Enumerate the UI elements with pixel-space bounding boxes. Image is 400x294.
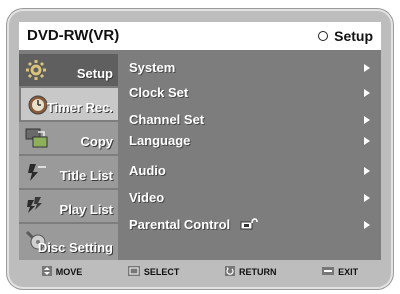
sidebar-item-label: Title List: [59, 168, 113, 183]
menu-item-label: Clock Set: [129, 85, 189, 100]
parental-control-label: Parental Control: [129, 217, 231, 232]
menu-item-label: Language: [129, 133, 191, 148]
menu-item-label: Audio: [129, 163, 166, 178]
menu-item-channel-set[interactable]: Channel Set: [129, 109, 374, 131]
menu-item-audio[interactable]: Audio: [129, 160, 374, 182]
footer-exit-label: EXIT: [338, 267, 359, 277]
sidebar-item-label: Disc Setting: [37, 240, 113, 255]
mode-indicator: Setup: [318, 28, 373, 44]
mode-label: Setup: [334, 28, 373, 44]
menu-item-label: System: [129, 60, 176, 75]
menu-item-label: Video: [129, 190, 165, 205]
arrow-right-icon: [364, 194, 370, 202]
menu-item-language[interactable]: Language: [129, 130, 374, 152]
arrow-right-icon: [364, 116, 370, 124]
sidebar-item-title-list[interactable]: Title List: [19, 156, 118, 188]
gear-icon: [24, 58, 50, 82]
menu-item-label: Parental Control: [129, 217, 258, 233]
sidebar-item-timer-rec[interactable]: Timer Rec.: [21, 88, 118, 120]
sidebar-item-setup[interactable]: Setup: [19, 54, 118, 86]
footer-guide: MOVE SELECT RETURN EXIT: [19, 260, 381, 284]
footer-return: RETURN: [225, 266, 277, 278]
arrow-right-icon: [364, 167, 370, 175]
return-icon: [225, 266, 236, 278]
sidebar-item-label: Setup: [76, 66, 113, 81]
footer-select-label: SELECT: [143, 267, 180, 277]
footer-move-label: MOVE: [55, 267, 83, 277]
sidebar-item-label: Play List: [59, 202, 113, 217]
footer-move: MOVE: [41, 266, 83, 278]
arrow-right-icon: [364, 221, 370, 229]
copy-icon: [24, 126, 50, 150]
sidebar-item-copy[interactable]: Copy: [19, 122, 118, 154]
setup-screen: DVD-RW(VR) Setup Setup Timer Rec. Copy T…: [19, 22, 381, 260]
title-list-icon: [24, 160, 50, 184]
sidebar-item-disc-setting[interactable]: Disc Setting: [19, 224, 118, 260]
footer-return-label: RETURN: [239, 267, 277, 277]
arrow-right-icon: [364, 137, 370, 145]
sidebar: Setup Timer Rec. Copy Title List Play Li…: [19, 54, 119, 260]
menu-item-video[interactable]: Video: [129, 187, 374, 209]
sidebar-item-label: Timer Rec.: [46, 100, 113, 115]
disc-type-title: DVD-RW(VR): [27, 27, 120, 44]
footer-exit: EXIT: [322, 267, 358, 277]
menu-item-clock-set[interactable]: Clock Set: [129, 82, 374, 104]
footer-select: SELECT: [127, 266, 180, 278]
arrow-right-icon: [364, 64, 370, 72]
play-list-icon: [24, 194, 50, 218]
sidebar-item-label: Copy: [80, 134, 114, 149]
enter-icon: [127, 266, 140, 278]
arrow-right-icon: [364, 89, 370, 97]
menu-item-label: Channel Set: [129, 112, 205, 127]
title-bar: DVD-RW(VR) Setup: [19, 22, 381, 50]
exit-icon: [322, 267, 335, 277]
updown-icon: [41, 266, 52, 278]
lock-icon: [240, 218, 258, 233]
menu-item-parental-control[interactable]: Parental Control: [129, 214, 374, 236]
circle-icon: [318, 31, 329, 41]
menu-item-system[interactable]: System: [129, 57, 374, 79]
sidebar-item-play-list[interactable]: Play List: [19, 190, 118, 222]
